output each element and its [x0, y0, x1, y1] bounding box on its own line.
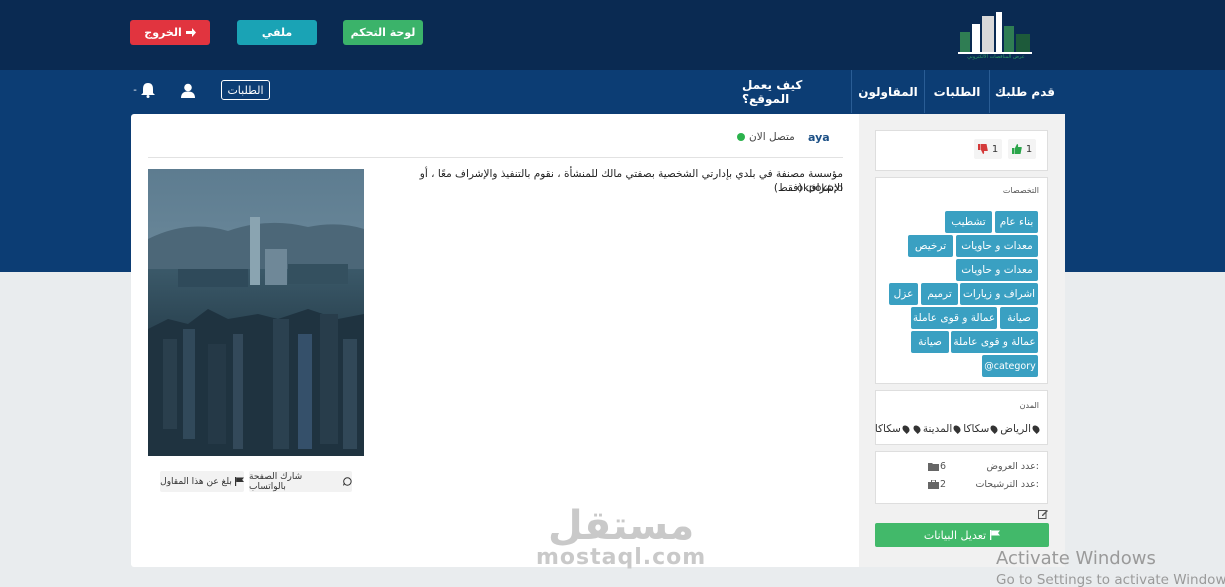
activation-subtitle: Go to Settings to activate Windows. [996, 572, 1225, 587]
specialty-tag[interactable]: تشطيب [945, 211, 992, 233]
nav-item-contractors[interactable]: المقاولون [852, 70, 924, 113]
city-name: المدينة [922, 423, 953, 435]
report-contractor-button[interactable]: بلغ عن هذا المقاول [160, 471, 244, 492]
city-item [911, 423, 922, 435]
notifications-caret[interactable]: - [131, 80, 139, 100]
edit-icon[interactable] [1038, 509, 1048, 519]
downvote-button[interactable]: 1 [974, 139, 1002, 159]
windows-activation-notice: Activate Windows Go to Settings to activ… [996, 548, 1225, 587]
nav-item-how-it-works[interactable]: كيف يعمل الموقع؟ [742, 70, 850, 113]
nominations-count: 2 [940, 479, 947, 490]
upvote-count: 1 [1025, 143, 1033, 155]
bell-icon[interactable] [139, 80, 157, 100]
map-pin-icon [900, 424, 911, 434]
offers-count: 6 [940, 461, 947, 472]
specialty-tag[interactable]: بناء عام [995, 211, 1038, 233]
thumbs-down-icon [977, 144, 988, 154]
specialty-tag[interactable]: معدات و حاويات [956, 259, 1038, 281]
cities-label: المدن [1019, 401, 1039, 410]
share-whatsapp-button[interactable]: شارك الصفحة بالواتساب [249, 471, 352, 492]
specialty-tag[interactable]: صيانة [911, 331, 949, 353]
downvote-count: 1 [991, 143, 999, 155]
specialty-tag[interactable]: صيانة [1000, 307, 1038, 329]
specialty-tag[interactable]: عمالة و قوى عاملة [911, 307, 997, 329]
specialty-tag[interactable]: اشراف و زيارات [960, 283, 1038, 305]
specialty-tag[interactable]: @category [982, 355, 1038, 377]
profile-button[interactable]: ملفي [237, 20, 317, 45]
watermark-arabic: مستقل [547, 503, 695, 549]
contractor-description-extra: okpokp;o [796, 183, 843, 194]
online-status: متصل الان [737, 131, 795, 143]
logout-button[interactable]: الخروج [130, 20, 210, 45]
city-name: سكاكا [963, 423, 990, 435]
logout-button-label: الخروج [144, 26, 182, 39]
city-item: سكاكا [963, 423, 1000, 435]
contractor-photo[interactable] [148, 169, 364, 456]
site-logo[interactable]: عرض المناقصات الالكتروني [952, 8, 1040, 60]
map-pin-icon [952, 424, 963, 434]
report-contractor-label: بلغ عن هذا المقاول [160, 476, 232, 487]
edit-profile-button[interactable]: تعديل البيانات [875, 523, 1049, 547]
dashboard-button[interactable]: لوحة التحكم [343, 20, 423, 45]
specialty-tag[interactable]: معدات و حاويات [956, 235, 1038, 257]
briefcase-icon [928, 480, 939, 489]
specialties-label: التخصصات [1002, 186, 1039, 195]
online-dot [737, 133, 745, 141]
upvote-button[interactable]: 1 [1008, 139, 1036, 159]
city-item: المدينة [922, 423, 963, 435]
divider [148, 157, 843, 158]
map-pin-icon [911, 424, 922, 434]
folder-icon [928, 463, 939, 471]
specialty-tag[interactable]: ترميم [921, 283, 958, 305]
specialty-tag[interactable]: عمالة و قوى عاملة [951, 331, 1038, 353]
logo-tagline: عرض المناقصات الالكتروني [967, 54, 1025, 60]
nominations-label: عدد الترشيحات: [975, 479, 1039, 490]
thumbs-up-icon [1011, 144, 1022, 154]
flag-icon [234, 477, 244, 486]
specialty-tag[interactable]: عزل [889, 283, 918, 305]
nav-item-requests[interactable]: الطلبات [925, 70, 989, 113]
nav-divider [989, 70, 990, 113]
watermark-latin: mostaql.com [536, 545, 707, 570]
cities-list: الرياض سكاكا المدينة سكاكا [874, 423, 1041, 435]
nav-divider [924, 70, 925, 113]
whatsapp-icon [343, 477, 352, 486]
city-name: سكاكا [874, 423, 901, 435]
requests-button[interactable]: الطلبات [221, 80, 270, 100]
cities-box [875, 390, 1048, 445]
city-name: الرياض [1000, 423, 1031, 435]
offers-label: عدد العروض: [986, 461, 1039, 472]
city-item: سكاكا [874, 423, 911, 435]
logout-icon [185, 28, 196, 37]
contractor-username[interactable]: aya [808, 131, 830, 144]
activation-title: Activate Windows [996, 548, 1156, 569]
flag-icon [990, 530, 1001, 540]
share-whatsapp-label: شارك الصفحة بالواتساب [249, 471, 303, 492]
map-pin-icon [989, 424, 1000, 434]
specialty-tag[interactable]: ترخيص [908, 235, 953, 257]
stats-box [875, 451, 1048, 504]
mostaql-watermark: مستقل mostaql.com [536, 505, 706, 569]
nav-divider [851, 70, 852, 113]
contractor-description: مؤسسة مصنفة في بلدي بإدارتي الشخصية بصفت… [419, 168, 843, 195]
profile-button-label: ملفي [261, 26, 293, 39]
city-item: الرياض [1000, 423, 1041, 435]
user-icon[interactable] [180, 80, 196, 100]
online-status-label: متصل الان [749, 131, 795, 143]
dashboard-button-label: لوحة التحكم [350, 26, 416, 39]
nav-item-submit-request[interactable]: قدم طلبك [990, 70, 1060, 113]
edit-profile-label: تعديل البيانات [923, 528, 987, 542]
